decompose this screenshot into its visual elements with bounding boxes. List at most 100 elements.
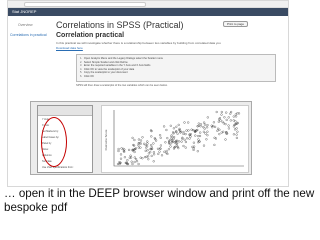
scatter-point: [215, 110, 218, 114]
scatter-point: [146, 140, 149, 143]
scatter-point: [206, 126, 209, 129]
scatter-point: [176, 132, 179, 135]
scatter-point: [152, 151, 155, 154]
scatter-point: [222, 122, 225, 125]
scatter-point: [203, 127, 206, 130]
scatter-point: [223, 116, 226, 119]
scatter-point: [220, 110, 223, 114]
scatter-point: [224, 138, 227, 141]
scatter-point: [187, 121, 190, 124]
scatter-point: [232, 115, 235, 118]
scatter-point: [206, 134, 209, 137]
scatter-point: [225, 111, 228, 114]
sidebar-link[interactable]: Correlations in practical: [10, 33, 54, 37]
scatter-point: [139, 139, 143, 142]
scatter-point: [152, 142, 155, 145]
scatter-point: [172, 127, 175, 130]
scatter-point: [183, 138, 186, 141]
scatter-point: [225, 118, 228, 121]
scatter-point: [197, 138, 200, 141]
scatter-point: [141, 157, 144, 160]
scatter-point: [232, 119, 235, 122]
scatter-point: [169, 138, 172, 141]
scatter-point: [175, 125, 178, 128]
scatter-point: [182, 144, 185, 148]
nav-title[interactable]: Stat JNOREP: [12, 9, 36, 14]
scatter-point: [128, 148, 131, 151]
scatter-point: [184, 146, 187, 149]
scatter-point: [221, 120, 224, 123]
scatter-point: [227, 116, 230, 119]
scatter-point: [135, 160, 139, 163]
scatter-point: [235, 127, 238, 130]
scatter-point: [133, 160, 136, 164]
scatter-point: [146, 149, 149, 152]
scatter-point: [150, 144, 153, 147]
scatter-point: [119, 153, 123, 156]
download-link[interactable]: Download data here: [56, 46, 284, 50]
step-text: Enter the required variables in the Y Ax…: [83, 64, 151, 68]
scatter-point: [197, 122, 200, 125]
intro-text: In this practical we will investigate wh…: [56, 41, 221, 45]
scatter-point: [234, 113, 237, 116]
scatter-point: [235, 133, 238, 136]
scatter-point: [205, 138, 208, 141]
scatter-point: [150, 154, 153, 157]
scatter-point: [187, 129, 190, 132]
scatter-point: [198, 134, 202, 138]
scatter-point: [144, 143, 147, 146]
scatter-point: [218, 133, 221, 136]
scatter-point: [182, 130, 185, 134]
steps-box: 1. Open Analyze Menu and the Legacy Dial…: [76, 54, 276, 82]
scatter-point: [217, 127, 220, 130]
scatter-point: [129, 154, 132, 157]
scatter-point: [156, 147, 160, 150]
scatter-point: [197, 135, 200, 138]
browser-url-bar: [8, 1, 288, 8]
scatter-point: [203, 123, 207, 126]
scatter-point: [178, 140, 181, 143]
scatter-point: [135, 158, 138, 161]
step-text: Click OK: [83, 74, 94, 78]
scatter-point: [141, 136, 144, 139]
scatter-point: [202, 126, 205, 129]
scatter-point: [133, 156, 136, 159]
step-number: 1.: [80, 57, 83, 60]
scatter-point: [188, 137, 191, 140]
screenshot-thumbnail: Stat JNOREP Overview Correlations in pra…: [7, 0, 289, 187]
scatter-point: [117, 147, 120, 151]
print-button[interactable]: Print to page: [222, 21, 248, 27]
scatter-point: [172, 147, 176, 150]
figure-caption: SPSS will then draw a scatterplot of the…: [76, 83, 168, 87]
scatter-point: [234, 120, 237, 123]
step-text: Open Analyze Menu and the Legacy Dialogs…: [83, 57, 164, 60]
scatter-point: [147, 158, 150, 161]
scatter-point: [199, 123, 202, 126]
scatter-point: [169, 124, 172, 127]
scatter-point: [155, 139, 158, 142]
scatter-point: [227, 124, 230, 127]
scatter-point: [232, 133, 235, 136]
scatter-point: [220, 113, 223, 116]
scatter-point: [185, 129, 188, 132]
step-item: 6. Click OK: [80, 75, 272, 79]
y-axis-label: Outcome Score: [104, 129, 108, 150]
scatter-point: [204, 132, 207, 135]
scatter-point: [224, 123, 227, 126]
sidebar-top-label[interactable]: Overview: [18, 23, 54, 27]
scatter-point: [120, 147, 123, 150]
scatter-point: [166, 137, 169, 140]
footer-caption: … open it in the DEEP browser window and…: [4, 187, 315, 214]
scatter-point: [119, 157, 123, 160]
scatter-point: [137, 162, 140, 166]
scatter-point: [157, 152, 160, 155]
scatter-point: [165, 149, 168, 153]
address-field[interactable]: [24, 2, 146, 7]
scatter-point: [199, 131, 202, 134]
scatter-point: [213, 143, 216, 146]
scatter-point: [137, 144, 140, 147]
scatter-point: [216, 129, 219, 132]
scatter-point: [163, 150, 166, 153]
spss-dialog: Y Axis: X Axis: Set Markers by: Label Cases…: [37, 105, 93, 173]
dialog-titlebar: [38, 106, 92, 116]
